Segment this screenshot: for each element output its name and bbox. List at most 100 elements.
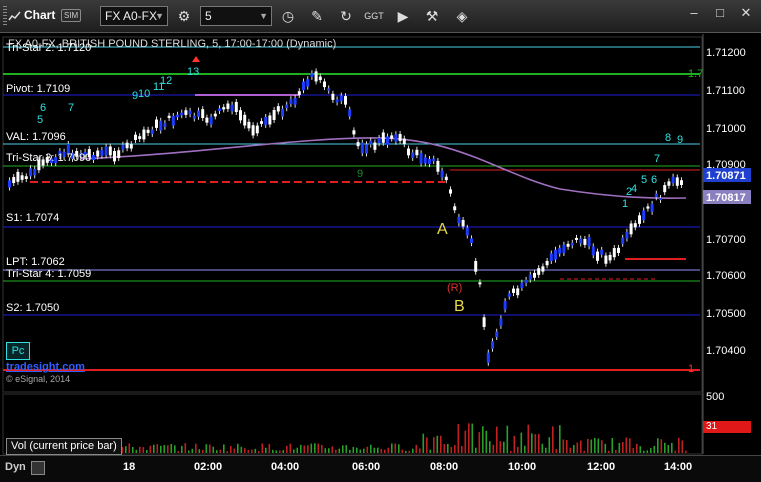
volume-bar (615, 449, 617, 453)
candle (604, 255, 608, 264)
volume-bar (440, 435, 442, 453)
candle (260, 121, 263, 124)
candle (369, 140, 373, 145)
symbol-input[interactable]: FX A0-FX ▼ (100, 6, 168, 26)
wrench-icon[interactable]: ⚒ (422, 6, 442, 26)
candle (436, 160, 440, 172)
volume-current-label: 31 (706, 421, 718, 432)
volume-bar (331, 446, 334, 453)
level-label-tri-star-3: Tri-Star 3: 1.7090 (6, 152, 92, 164)
candle (680, 180, 683, 185)
volume-bar (391, 443, 393, 453)
volume-bar (510, 450, 512, 453)
pencil-icon[interactable]: ✎ (307, 6, 327, 26)
candle (549, 253, 553, 262)
watermark-link[interactable]: tradesight.com (6, 361, 85, 373)
candle (449, 189, 452, 194)
candle (650, 203, 654, 212)
volume-bar (482, 426, 484, 453)
counter-label: 7 (68, 102, 75, 114)
time-tick: 18 (123, 461, 136, 473)
volume-bar (209, 444, 211, 453)
volume-bar (139, 446, 141, 453)
price-tick: 1.70400 (706, 345, 746, 357)
dyn-toggle-icon[interactable] (31, 461, 45, 475)
volume-label: Vol (current price bar) (6, 438, 122, 455)
candle (297, 91, 301, 95)
candle (24, 176, 28, 179)
volume-bar (317, 443, 320, 453)
candle (411, 152, 415, 158)
counter-label: 5 (641, 174, 648, 186)
time-axis (0, 455, 761, 482)
candle (146, 129, 150, 133)
candle (8, 180, 11, 188)
candle (457, 216, 461, 224)
candle (415, 149, 419, 156)
volume-bar (478, 432, 481, 453)
volume-bar (387, 447, 390, 453)
chart-area[interactable]: FX A0-FX, BRITISH POUND STERLING, 5, 17:… (0, 34, 761, 482)
volume-bar (219, 449, 222, 453)
candle (596, 251, 599, 261)
candle (667, 181, 671, 186)
time-tick: 12:00 (587, 461, 616, 473)
diamond-icon[interactable]: ◈ (452, 6, 472, 26)
candle (289, 99, 293, 104)
price-chart-canvas[interactable] (0, 34, 761, 481)
counter-label: 1 (622, 198, 629, 210)
price-tick: 1.70500 (706, 308, 746, 320)
candle (285, 104, 289, 109)
volume-bar (552, 426, 554, 453)
minimize-button[interactable]: – (682, 4, 706, 22)
volume-bar (240, 446, 243, 453)
candle (470, 238, 473, 244)
volume-bar (457, 424, 460, 453)
volume-bar (293, 449, 295, 453)
counter-label: 5 (37, 114, 44, 126)
candle (335, 99, 339, 103)
candle (440, 170, 444, 178)
toolbar-grip[interactable] (3, 6, 7, 26)
pc-badge[interactable]: Pc (6, 342, 30, 360)
refresh-icon[interactable]: ↻ (336, 6, 356, 26)
counter-label: 9 (357, 168, 364, 180)
candle (520, 282, 524, 288)
candle (327, 88, 331, 91)
candle (205, 117, 209, 123)
volume-bar (524, 445, 526, 453)
volume-bar (223, 444, 225, 453)
candle (192, 115, 196, 119)
close-button[interactable]: ✕ (734, 4, 758, 22)
volume-bar (128, 443, 131, 453)
candle (180, 112, 184, 116)
candle (293, 97, 297, 105)
volume-bar (685, 450, 687, 453)
volume-bar (447, 443, 449, 453)
maximize-button[interactable]: □ (708, 4, 732, 22)
clock-icon[interactable]: ◷ (278, 6, 298, 26)
price-tick: 1.70700 (706, 234, 746, 246)
candle (528, 274, 532, 280)
interval-select[interactable]: 5 ▼ (200, 6, 272, 26)
volume-bar (405, 450, 407, 453)
volume-bar (202, 449, 204, 453)
candle (554, 249, 557, 260)
ggt-icon[interactable]: GGT (364, 6, 384, 26)
settings-gear-icon[interactable]: ⚙ (174, 6, 194, 26)
volume-bar (384, 449, 386, 453)
edge-marker-top: 1.7 (688, 68, 704, 80)
play-icon[interactable]: ▶ (393, 6, 413, 26)
volume-bar (342, 445, 344, 453)
level-label-lpt: LPT: 1.7062 (6, 256, 65, 268)
volume-bar (674, 450, 677, 453)
chevron-down-icon[interactable]: ▼ (155, 7, 164, 25)
volume-bar (433, 437, 435, 453)
dyn-label[interactable]: Dyn (5, 461, 26, 473)
volume-bar (359, 449, 362, 453)
candle (226, 103, 230, 109)
volume-bar (188, 450, 190, 453)
chevron-down-icon[interactable]: ▼ (259, 7, 268, 25)
time-tick: 14:00 (664, 461, 693, 473)
volume-bar (216, 450, 218, 453)
